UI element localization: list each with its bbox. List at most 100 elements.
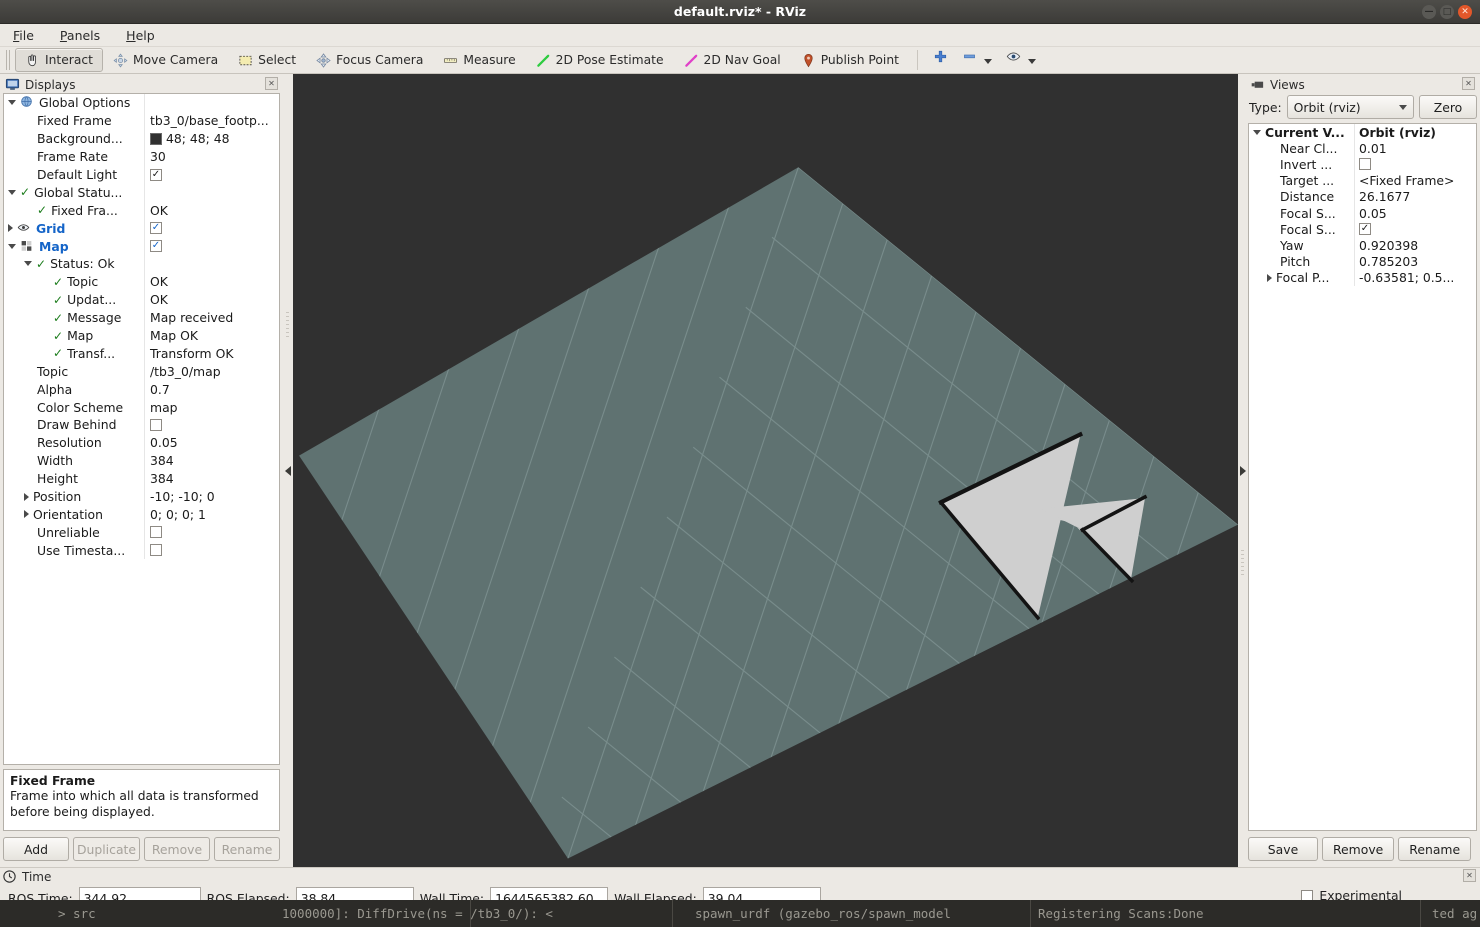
right-splitter[interactable] xyxy=(1238,74,1248,867)
display-row-checkbox[interactable] xyxy=(150,526,162,539)
display-row[interactable]: Unreliable xyxy=(4,523,279,542)
view-property-row[interactable]: Current V... Orbit (rviz) xyxy=(1249,124,1476,141)
view-property-row[interactable]: Focal P... -0.63581; 0.5... xyxy=(1249,269,1476,286)
tool-publish-point[interactable]: Publish Point xyxy=(791,48,909,72)
view-property-value[interactable]: 0.920398 xyxy=(1354,237,1476,254)
menu-file[interactable]: File xyxy=(10,27,37,44)
tool-focus-camera[interactable]: Focus Camera xyxy=(306,48,433,72)
view-property-row[interactable]: Distance 26.1677 xyxy=(1249,188,1476,205)
left-splitter-grip[interactable] xyxy=(286,311,289,338)
display-row-value[interactable]: OK xyxy=(144,290,279,309)
view-property-value[interactable]: ✓ xyxy=(1354,221,1476,238)
display-row-checkbox[interactable] xyxy=(150,418,162,431)
views-panel-close-icon[interactable]: ✕ xyxy=(1462,77,1475,90)
display-row-value[interactable]: 384 xyxy=(144,469,279,488)
view-property-row[interactable]: Target ... <Fixed Frame> xyxy=(1249,172,1476,189)
display-row[interactable]: ✓ Topic OK xyxy=(4,272,279,291)
display-row-value[interactable] xyxy=(144,416,279,434)
tool-interact[interactable]: Interact xyxy=(15,48,103,72)
display-row[interactable]: Height 384 xyxy=(4,469,279,488)
display-row[interactable]: Color Scheme map xyxy=(4,398,279,417)
color-swatch[interactable] xyxy=(150,132,162,145)
displays-tree[interactable]: Global Options Fixed Frame tb3_0/base_foot… xyxy=(3,93,280,765)
display-row-value[interactable]: ✓ xyxy=(144,219,279,238)
expand-right-icon[interactable] xyxy=(1267,273,1272,282)
display-row[interactable]: Width 384 xyxy=(4,451,279,470)
display-row-checkbox[interactable]: ✓ xyxy=(150,222,162,235)
display-row[interactable]: Position -10; -10; 0 xyxy=(4,487,279,506)
display-row-value[interactable]: 48; 48; 48 xyxy=(144,129,279,148)
display-row-value[interactable] xyxy=(144,541,279,560)
display-row-checkbox[interactable]: ✓ xyxy=(150,168,162,181)
collapse-left-arrow-icon[interactable] xyxy=(285,465,291,476)
display-row-value[interactable]: -10; -10; 0 xyxy=(144,487,279,506)
menu-help[interactable]: Help xyxy=(123,27,158,44)
right-splitter-grip[interactable] xyxy=(1241,549,1244,576)
view-property-row[interactable]: Focal S... ✓ xyxy=(1249,221,1476,238)
display-row[interactable]: Default Light ✓ xyxy=(4,165,279,184)
view-property-value[interactable]: 0.05 xyxy=(1354,204,1476,222)
menu-panels[interactable]: Panels xyxy=(57,27,103,44)
expand-down-icon[interactable] xyxy=(8,189,16,195)
collapse-right-arrow-icon[interactable] xyxy=(1240,465,1246,476)
display-row-checkbox[interactable] xyxy=(150,544,162,557)
expand-down-icon[interactable] xyxy=(8,243,16,249)
expand-down-icon[interactable] xyxy=(24,261,32,267)
view-property-value[interactable]: <Fixed Frame> xyxy=(1354,172,1476,189)
view-property-checkbox[interactable]: ✓ xyxy=(1359,223,1371,236)
view-property-checkbox[interactable] xyxy=(1359,158,1371,171)
view-property-row[interactable]: Yaw 0.920398 xyxy=(1249,237,1476,254)
visibility-caret-icon[interactable] xyxy=(1027,59,1036,64)
view-property-value[interactable]: -0.63581; 0.5... xyxy=(1354,269,1476,286)
display-row-checkbox[interactable]: ✓ xyxy=(150,240,162,253)
display-row[interactable]: Topic/tb3_0/map xyxy=(4,362,279,381)
display-row-value[interactable]: Map OK xyxy=(144,326,279,345)
display-row[interactable]: ✓ Status: Ok xyxy=(4,255,279,273)
view-property-value[interactable]: 26.1677 xyxy=(1354,188,1476,205)
display-row[interactable]: ✓ Global Statu... xyxy=(4,183,279,202)
add-display-button[interactable]: Add xyxy=(3,837,69,861)
maximize-button[interactable]: □ xyxy=(1440,5,1454,19)
display-row-value[interactable]: OK xyxy=(144,272,279,291)
display-row-value[interactable]: /tb3_0/map xyxy=(144,362,279,381)
close-button[interactable]: ✕ xyxy=(1458,5,1472,19)
display-row[interactable]: ✓ Transf... Transform OK xyxy=(4,344,279,363)
expand-right-icon[interactable] xyxy=(24,510,29,519)
visibility-button[interactable] xyxy=(999,48,1043,72)
display-row[interactable]: ✓ Fixed Fra... OK xyxy=(4,201,279,220)
display-row-value[interactable] xyxy=(144,523,279,542)
display-row[interactable]: Fixed Frame tb3_0/base_footp... xyxy=(4,111,279,130)
view-property-row[interactable]: Near Cl... 0.01 xyxy=(1249,140,1476,157)
save-view-button[interactable]: Save xyxy=(1248,837,1318,861)
expand-right-icon[interactable] xyxy=(8,224,13,233)
display-row-value[interactable]: Transform OK xyxy=(144,344,279,363)
view-property-value[interactable]: 0.01 xyxy=(1354,140,1476,157)
display-row-value[interactable]: 30 xyxy=(144,147,279,166)
expand-down-icon[interactable] xyxy=(1253,129,1261,135)
display-row-value[interactable]: tb3_0/base_footp... xyxy=(144,111,279,130)
remove-tool-caret-icon[interactable] xyxy=(983,59,992,64)
display-row[interactable]: Orientation 0; 0; 0; 1 xyxy=(4,505,279,524)
view-type-combo[interactable]: Orbit (rviz) xyxy=(1286,95,1414,119)
render-viewport[interactable] xyxy=(293,74,1238,867)
tool-select[interactable]: Select xyxy=(228,48,306,72)
time-panel-close-icon[interactable]: ✕ xyxy=(1463,869,1476,882)
view-property-value[interactable]: 0.785203 xyxy=(1354,253,1476,270)
display-row[interactable]: ✓ Updat... OK xyxy=(4,290,279,309)
expand-right-icon[interactable] xyxy=(24,492,29,501)
views-tree[interactable]: Current V... Orbit (rviz) Near Cl... 0.01 In… xyxy=(1248,123,1477,831)
displays-panel-close-icon[interactable]: ✕ xyxy=(265,77,278,90)
display-row-value[interactable] xyxy=(144,255,279,273)
remove-tool-button[interactable] xyxy=(955,48,999,72)
expand-down-icon[interactable] xyxy=(8,100,16,106)
tool-measure[interactable]: Measure xyxy=(433,48,525,72)
display-row-value[interactable]: ✓ xyxy=(144,165,279,184)
display-row[interactable]: ✓ Message Map received xyxy=(4,308,279,327)
add-tool-button[interactable] xyxy=(926,48,955,72)
left-splitter[interactable] xyxy=(283,74,293,867)
view-property-row[interactable]: Focal S... 0.05 xyxy=(1249,204,1476,222)
display-row-value[interactable]: Map received xyxy=(144,308,279,327)
view-property-row[interactable]: Pitch 0.785203 xyxy=(1249,253,1476,270)
display-row[interactable]: Alpha 0.7 xyxy=(4,380,279,399)
view-property-value[interactable] xyxy=(1354,156,1476,173)
